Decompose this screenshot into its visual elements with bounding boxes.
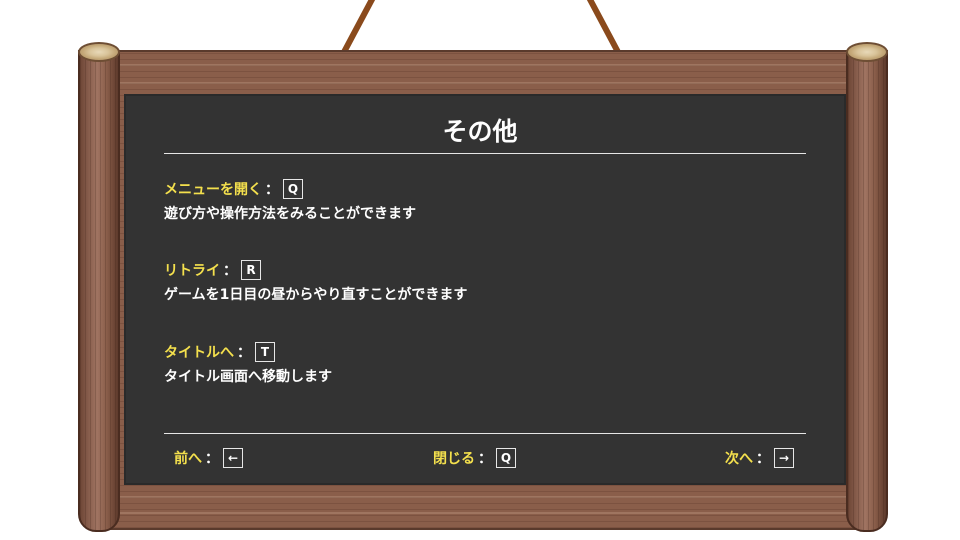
colon-separator: ： — [223, 263, 237, 279]
key-badge-q: Q — [496, 448, 516, 468]
colon-separator: ： — [205, 451, 219, 467]
close-button[interactable]: 閉じる ： Q — [433, 447, 516, 469]
next-label: 次へ — [725, 451, 753, 467]
control-entry-retry: リトライ ： R ゲームを1日目の昼からやり直すことができます — [164, 259, 467, 304]
close-label: 閉じる — [433, 451, 475, 467]
divider-top — [164, 153, 806, 154]
command-description: タイトル画面へ移動します — [164, 369, 332, 385]
colon-separator: ： — [265, 182, 279, 198]
log-end-cap — [846, 42, 888, 62]
command-description: ゲームを1日目の昼からやり直すことができます — [164, 287, 468, 303]
plank-highlight — [104, 496, 856, 498]
command-label: タイトルへ — [164, 345, 234, 361]
control-entry-menu: メニューを開く ： Q 遊び方や操作方法をみることができます — [164, 178, 416, 223]
log-end-cap — [78, 42, 120, 62]
hanging-rope-right — [582, 0, 622, 55]
plank-highlight — [104, 64, 856, 66]
key-badge-t: T — [255, 342, 275, 362]
colon-separator: ： — [237, 345, 251, 361]
plank-highlight — [104, 512, 856, 514]
prev-page-button[interactable]: 前へ ： ← — [174, 447, 243, 469]
command-label: リトライ — [164, 263, 220, 279]
next-page-button[interactable]: 次へ ： → — [725, 447, 794, 469]
arrow-left-key-icon: ← — [223, 448, 243, 468]
hanging-rope-left — [340, 0, 380, 55]
key-badge-q: Q — [283, 179, 303, 199]
colon-separator: ： — [756, 451, 770, 467]
colon-separator: ： — [478, 451, 492, 467]
key-badge-r: R — [241, 260, 261, 280]
arrow-right-key-icon: → — [774, 448, 794, 468]
command-description: 遊び方や操作方法をみることができます — [164, 206, 416, 222]
page-title: その他 — [442, 117, 518, 146]
plank-highlight — [104, 82, 856, 84]
control-entry-title: タイトルへ ： T タイトル画面へ移動します — [164, 341, 332, 386]
command-label: メニューを開く — [164, 182, 262, 198]
prev-label: 前へ — [174, 451, 202, 467]
divider-bottom — [164, 433, 806, 434]
